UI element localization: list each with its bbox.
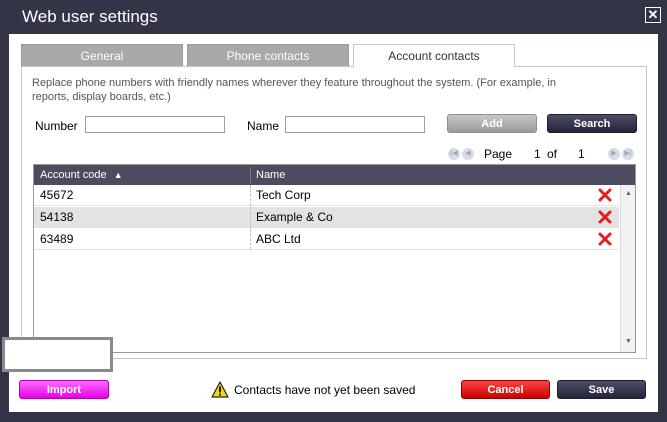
table-row[interactable]: 45672 Tech Corp (34, 185, 619, 206)
account-code-cell: 63489 (40, 232, 74, 246)
name-input[interactable] (285, 116, 425, 133)
tab-general[interactable]: General (21, 44, 183, 67)
unsaved-warning-text: Contacts have not yet been saved (234, 383, 416, 397)
column-account-code-label: Account code (40, 169, 107, 181)
save-button[interactable]: Save (557, 380, 646, 399)
name-label: Name (247, 119, 280, 133)
warning-icon (211, 381, 229, 398)
column-name[interactable]: Name (256, 165, 285, 185)
import-highlight-frame (2, 337, 113, 372)
name-cell: ABC Ltd (256, 232, 301, 246)
delete-x-icon[interactable] (598, 188, 612, 202)
first-page-icon[interactable]: |◀ (448, 148, 460, 160)
page-current: 1 (534, 147, 541, 161)
web-user-settings-dialog: Web user settings ✕ General Phone contac… (0, 0, 667, 422)
cell-separator (250, 207, 251, 228)
name-cell: Tech Corp (256, 188, 311, 202)
column-separator (250, 167, 251, 183)
table-row[interactable]: 54138 Example & Co (34, 207, 619, 228)
close-icon[interactable]: ✕ (645, 7, 661, 23)
import-button[interactable]: Import (19, 380, 109, 399)
number-input[interactable] (85, 116, 225, 133)
page-of-label: of (547, 147, 558, 161)
cancel-button[interactable]: Cancel (461, 380, 550, 399)
tab-account-contacts[interactable]: Account contacts (353, 44, 515, 68)
scroll-down-icon[interactable]: ▼ (624, 337, 633, 346)
delete-x-icon[interactable] (598, 232, 612, 246)
table-header: Account code ▲ Name (34, 165, 635, 185)
sort-asc-icon: ▲ (113, 170, 123, 180)
account-code-cell: 54138 (40, 210, 74, 224)
prev-page-icon[interactable]: ◀ (462, 148, 474, 160)
title-bar: Web user settings ✕ (0, 0, 667, 34)
account-contacts-table: Account code ▲ Name 45672 Tech Corp 5413… (33, 164, 636, 353)
tab-phone-contacts[interactable]: Phone contacts (187, 44, 349, 67)
delete-x-icon[interactable] (598, 210, 612, 224)
table-scrollbar[interactable]: ▲ ▼ (620, 185, 635, 352)
column-account-code[interactable]: Account code ▲ (40, 165, 123, 185)
name-cell: Example & Co (256, 210, 333, 224)
cell-separator (250, 229, 251, 250)
last-page-icon[interactable]: ▶| (622, 148, 634, 160)
next-page-icon[interactable]: ▶ (608, 148, 620, 160)
add-button[interactable]: Add (447, 114, 537, 133)
table-row[interactable]: 63489 ABC Ltd (34, 229, 619, 250)
cell-separator (250, 185, 251, 206)
panel-description: Replace phone numbers with friendly name… (32, 77, 556, 103)
number-label: Number (35, 119, 78, 133)
page-total: 1 (578, 147, 585, 161)
account-code-cell: 45672 (40, 188, 74, 202)
page-label: Page (484, 147, 513, 161)
search-button[interactable]: Search (547, 114, 637, 133)
dialog-title: Web user settings (22, 7, 158, 26)
scroll-up-icon[interactable]: ▲ (624, 189, 633, 198)
